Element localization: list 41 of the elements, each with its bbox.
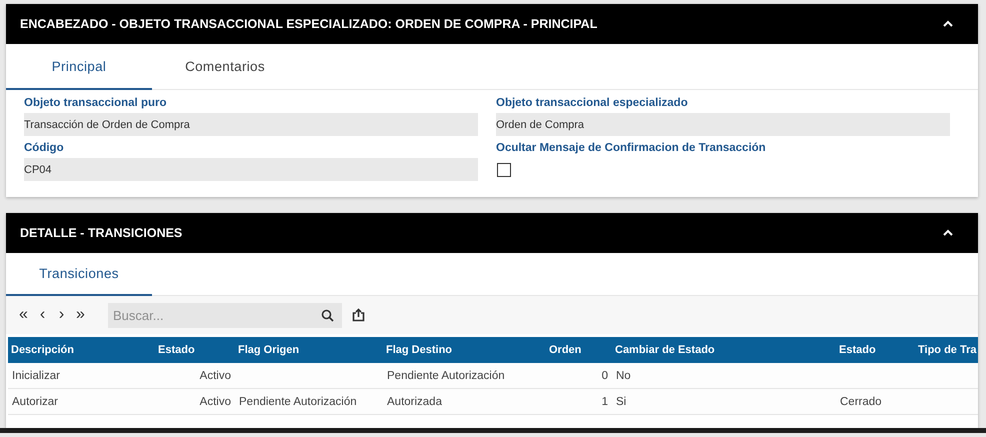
tab[interactable]: Comentarios <box>152 44 298 90</box>
search-field[interactable]: Buscar... <box>108 302 342 328</box>
column-header[interactable]: Descripción <box>8 344 155 356</box>
column-header[interactable]: Flag Destino <box>383 344 546 356</box>
field-label: Objeto transaccional especializado <box>496 97 689 109</box>
table-cell-text: Autorizada <box>386 396 443 408</box>
input-field[interactable]: CP04 <box>24 158 478 181</box>
column-header[interactable]: Flag Origen <box>235 344 383 356</box>
tab[interactable]: Principal <box>6 44 152 90</box>
collapse-chevron-icon[interactable] <box>942 20 954 28</box>
table-cell-text: Inicializar <box>11 370 61 382</box>
table-cell-text: Activo <box>198 370 232 382</box>
column-header[interactable]: Orden <box>546 344 612 356</box>
input-field[interactable]: Orden de Compra <box>496 113 950 136</box>
checkbox[interactable] <box>497 163 511 177</box>
table-cell-text: Pendiente Autorización <box>238 396 358 408</box>
column-header[interactable]: Tipo de Tra <box>915 344 978 356</box>
table-cell-text: Pendiente Autorización <box>386 370 506 382</box>
field-label: Objeto transaccional puro <box>24 97 168 109</box>
column-header[interactable]: Cambiar de Estado <box>612 344 836 356</box>
panel-title: ENCABEZADO - OBJETO TRANSACCIONAL ESPECIALIZADO: ORDEN DE COMPRA - PRINCIPAL <box>20 17 598 31</box>
column-header[interactable]: Estado <box>836 344 915 356</box>
input-field[interactable]: Transacción de Orden de Compra <box>24 113 478 136</box>
pager-button[interactable]: › <box>52 306 71 324</box>
table-cell-text: 1 <box>600 396 609 408</box>
table-cell-text: No <box>615 370 632 382</box>
search-icon[interactable] <box>321 308 334 322</box>
pager-button[interactable]: « <box>14 306 33 324</box>
table-cell-text: Activo <box>198 396 232 408</box>
panel-title: DETALLE - TRANSICIONES <box>20 226 182 240</box>
collapse-chevron-icon[interactable] <box>942 229 954 237</box>
pager-button[interactable]: ‹ <box>33 306 52 324</box>
table-cell-text: Autorizar <box>11 396 60 408</box>
column-header[interactable]: Estado <box>155 344 235 356</box>
export-icon[interactable] <box>352 308 365 322</box>
pager-button[interactable]: » <box>71 306 90 324</box>
table-cell-text: Cerrado <box>839 396 883 408</box>
table-cell-text: 0 <box>600 370 609 382</box>
field-label: Código <box>24 142 65 154</box>
table-cell-text: Si <box>615 396 628 408</box>
field-label: Ocultar Mensaje de Confirmacion de Transacción <box>496 142 767 154</box>
